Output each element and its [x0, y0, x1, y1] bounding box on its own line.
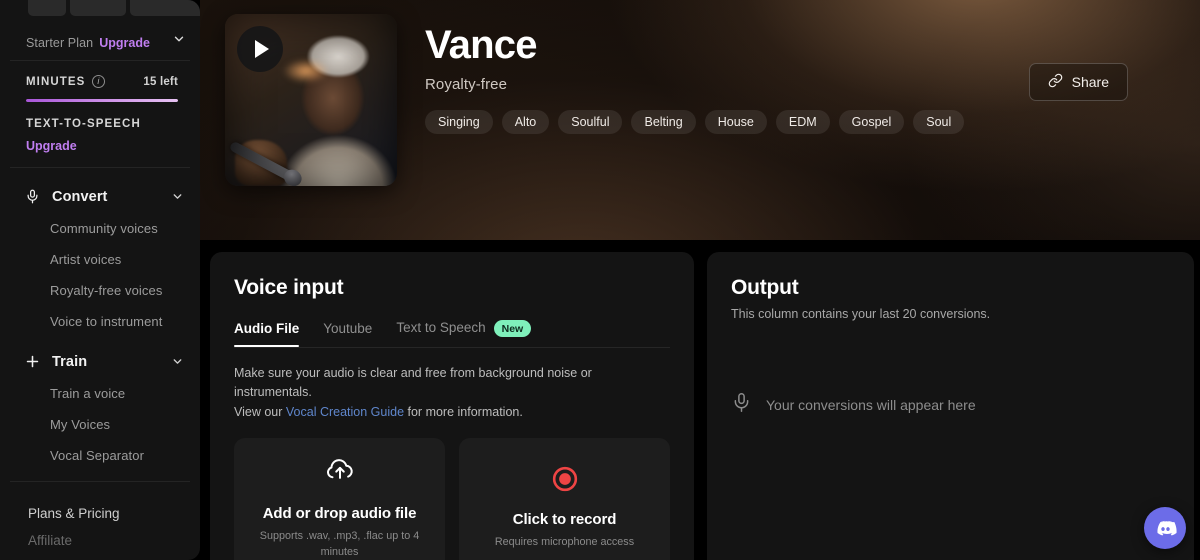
sidebar-item-voice-to-instrument[interactable]: Voice to instrument — [0, 306, 200, 337]
voice-thumbnail[interactable] — [225, 14, 397, 186]
hint-suffix: for more information. — [404, 404, 523, 419]
sidebar-item-vocal-separator[interactable]: Vocal Separator — [0, 440, 200, 471]
sidebar-item-royalty-free-voices[interactable]: Royalty-free voices — [0, 275, 200, 306]
voice-input-hint: Make sure your audio is clear and free f… — [234, 364, 670, 422]
sidebar-item-my-voices[interactable]: My Voices — [0, 409, 200, 440]
hero-info: Vance Royalty-free Singing Alto Soulful … — [425, 14, 965, 186]
voice-license-label: Royalty-free — [425, 76, 508, 93]
share-button-label: Share — [1071, 74, 1109, 90]
microphone-icon — [24, 188, 41, 205]
tts-label: TEXT-TO-SPEECH — [26, 118, 141, 130]
record-icon — [552, 466, 578, 497]
voice-hero: Vance Royalty-free Singing Alto Soulful … — [200, 0, 1200, 240]
quota-label-text: MINUTES — [26, 75, 86, 88]
voice-input-panel: Voice input Audio File Youtube Text to S… — [210, 252, 694, 560]
quota-header: MINUTES i 15 left — [26, 75, 178, 88]
info-icon[interactable]: i — [92, 75, 106, 88]
sidebar-item-community-voices[interactable]: Community voices — [0, 213, 200, 244]
tag-chip[interactable]: House — [704, 110, 767, 134]
app-root: Starter Plan Upgrade MINUTES i 15 left T… — [0, 0, 1200, 560]
cloud-upload-icon — [325, 456, 355, 491]
nav-group-title: Convert — [52, 188, 108, 205]
sidebar-item-artist-voices[interactable]: Artist voices — [0, 244, 200, 275]
tts-upgrade-link[interactable]: Upgrade — [26, 139, 178, 153]
add-or-drop-audio-title: Add or drop audio file — [262, 504, 417, 522]
add-or-drop-audio-card[interactable]: Add or drop audio file Supports .wav, .m… — [234, 438, 445, 560]
nav-group-title: Train — [52, 353, 88, 370]
tab-youtube[interactable]: Youtube — [323, 321, 372, 347]
output-subtitle: This column contains your last 20 conver… — [731, 307, 991, 321]
tag-chip[interactable]: Soulful — [558, 110, 623, 134]
input-cards: Add or drop audio file Supports .wav, .m… — [234, 438, 670, 560]
plus-icon — [24, 353, 41, 370]
voice-input-title: Voice input — [234, 276, 344, 299]
quota-remaining: 15 left — [143, 75, 178, 88]
tab-wrap: Youtube — [323, 321, 372, 347]
tts-section: TEXT-TO-SPEECH Upgrade — [0, 118, 200, 167]
sidebar-nav: Convert Community voices Artist voices R… — [0, 168, 200, 471]
tab-text-to-speech-label: Text to Speech — [396, 320, 486, 336]
output-empty-text: Your conversions will appear here — [766, 397, 976, 413]
share-button[interactable]: Share — [1028, 63, 1128, 101]
hint-line1: Make sure your audio is clear and free f… — [234, 366, 592, 400]
quota-progress-fill — [26, 99, 178, 102]
hint-prefix: View our — [234, 404, 286, 419]
voice-input-tabs: Audio File Youtube Text to Speech New — [234, 320, 670, 348]
click-to-record-title: Click to record — [512, 510, 617, 528]
sidebar-item-train-a-voice[interactable]: Train a voice — [0, 378, 200, 409]
sidebar-item-affiliate[interactable]: Affiliate — [0, 527, 200, 554]
quota-label: MINUTES i — [26, 75, 106, 88]
status-badge: New — [493, 320, 532, 337]
sidebar-item-plans-pricing[interactable]: Plans & Pricing — [0, 500, 200, 527]
tag-chip[interactable]: EDM — [775, 110, 830, 134]
nav-group-convert[interactable]: Convert — [0, 180, 200, 213]
chevron-down-icon[interactable] — [172, 32, 186, 46]
tab-wrap: Audio File — [234, 321, 299, 347]
nav-group-train[interactable]: Train — [0, 345, 200, 378]
panels-row: Voice input Audio File Youtube Text to S… — [200, 240, 1200, 560]
quota-progress-track — [26, 99, 178, 102]
vocal-creation-guide-link[interactable]: Vocal Creation Guide — [286, 405, 404, 419]
tab-wrap: Text to Speech New — [396, 320, 532, 348]
add-or-drop-audio-subtitle: Supports .wav, .mp3, .flac up to 4 minut… — [259, 529, 420, 558]
sidebar-footer: Plans & Pricing Affiliate — [0, 482, 200, 554]
microphone-icon — [731, 392, 752, 418]
plan-upgrade-link[interactable]: Upgrade — [99, 36, 150, 50]
page-title: Vance — [425, 23, 537, 67]
click-to-record-subtitle: Requires microphone access — [494, 535, 635, 548]
play-icon[interactable] — [237, 26, 283, 72]
output-title: Output — [731, 276, 799, 299]
link-icon — [1048, 73, 1063, 91]
sidebar: Starter Plan Upgrade MINUTES i 15 left T… — [0, 0, 200, 560]
chevron-down-icon[interactable] — [171, 190, 184, 203]
discord-icon[interactable] — [1144, 507, 1186, 549]
voice-tags: Singing Alto Soulful Belting House EDM G… — [425, 110, 965, 134]
click-to-record-card[interactable]: Click to record Requires microphone acce… — [459, 438, 670, 560]
main-content: Vance Royalty-free Singing Alto Soulful … — [200, 0, 1200, 560]
tag-chip[interactable]: Soul — [913, 110, 965, 134]
tab-audio-file[interactable]: Audio File — [234, 321, 299, 347]
tag-chip[interactable]: Belting — [631, 110, 696, 134]
tag-chip[interactable]: Alto — [501, 110, 550, 134]
tag-chip[interactable]: Singing — [425, 110, 493, 134]
play-triangle — [255, 40, 269, 58]
tag-chip[interactable]: Gospel — [838, 110, 905, 134]
tab-text-to-speech[interactable]: Text to Speech New — [396, 320, 532, 348]
output-empty-state: Your conversions will appear here — [731, 392, 976, 418]
plan-row[interactable]: Starter Plan Upgrade — [0, 0, 200, 60]
minutes-quota: MINUTES i 15 left — [0, 61, 200, 118]
chevron-down-icon[interactable] — [171, 355, 184, 368]
plan-name: Starter Plan — [26, 36, 94, 50]
output-panel: Output This column contains your last 20… — [707, 252, 1194, 560]
